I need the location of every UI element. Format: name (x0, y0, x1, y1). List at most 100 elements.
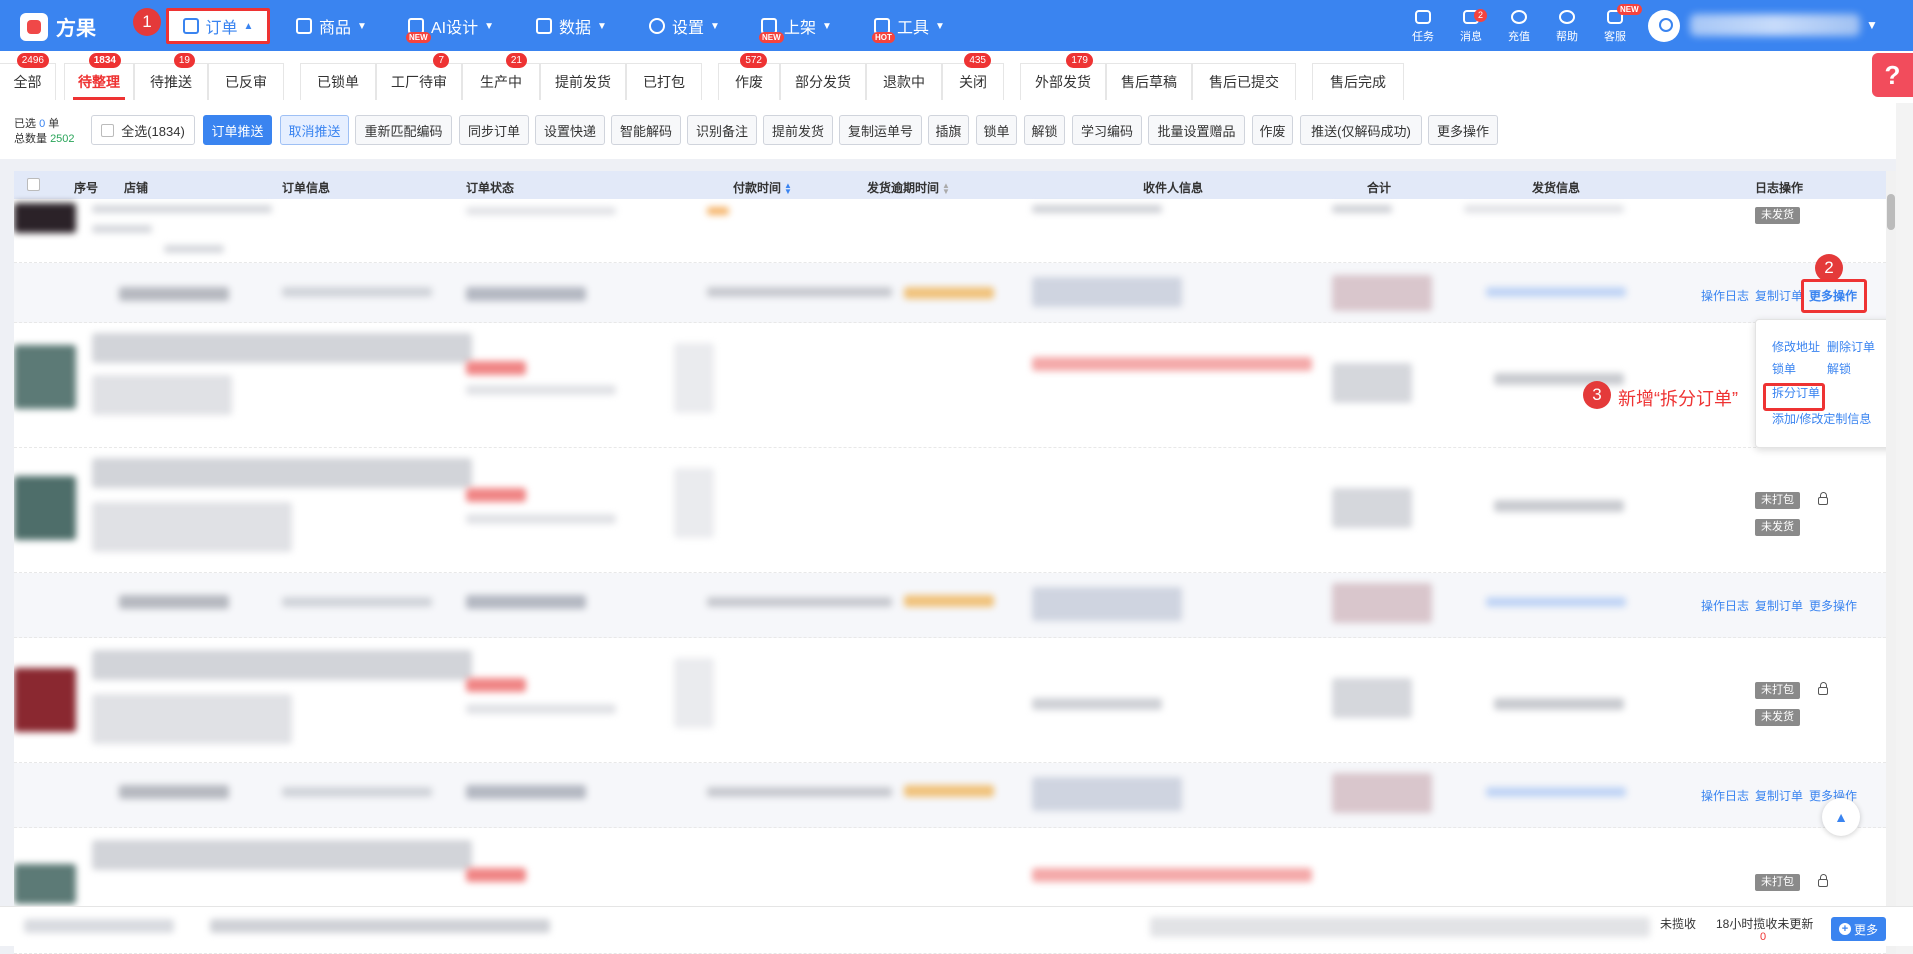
uncollected-label[interactable]: 未揽收 (1660, 915, 1696, 932)
blurred-text (92, 375, 232, 415)
menu-lock[interactable]: 锁单 (1772, 360, 1796, 377)
blurred-text (92, 694, 292, 744)
nav-data[interactable]: 数据 ▼ (536, 12, 607, 40)
tab-packed[interactable]: 已打包 (626, 63, 702, 100)
log-link[interactable]: 操作日志 (1701, 597, 1749, 614)
table-row[interactable]: 未打包 未发货 (14, 448, 1886, 573)
log-link[interactable]: 操作日志 (1701, 287, 1749, 304)
logo-icon (20, 12, 48, 41)
lock-order-button[interactable]: 锁单 (976, 115, 1017, 145)
product-thumbnail (14, 345, 76, 409)
caret-down-icon[interactable]: ▼ (1866, 18, 1878, 32)
tab-all[interactable]: 全部 2496 (0, 53, 56, 100)
right-gutter (1896, 103, 1913, 954)
smart-decode-button[interactable]: 智能解码 (611, 115, 681, 145)
toptool-service[interactable]: NEW 客服 (1595, 4, 1642, 44)
more-actions-link[interactable]: 更多操作 (1809, 597, 1857, 614)
learn-code-button[interactable]: 学习编码 (1072, 115, 1142, 145)
vertical-scrollbar[interactable] (1886, 171, 1896, 954)
sort-icon[interactable]: ▲ ▼ (784, 181, 792, 195)
order-page: 方果 1 订单 ▲ 商品 ▼ AI设计 ▼ NEW 数据 ▼ 设置 ▼ 上架 ▼… (0, 0, 1913, 954)
toptool-help[interactable]: 帮助 (1547, 8, 1587, 44)
rematch-code-button[interactable]: 重新匹配编码 (355, 115, 452, 145)
nav-ai-design[interactable]: AI设计 ▼ NEW (406, 12, 494, 43)
push-order-button[interactable]: 订单推送 (203, 115, 272, 145)
username-blurred[interactable] (1690, 14, 1860, 36)
flag-button[interactable]: 插旗 (928, 115, 969, 145)
blurred-text (92, 225, 152, 233)
tab-producing[interactable]: 生产中 21 (462, 53, 540, 100)
batch-gift-button[interactable]: 批量设置赠品 (1148, 115, 1245, 145)
bottom-more-button[interactable]: + 更多 (1831, 917, 1886, 941)
scrollbar-thumb[interactable] (1887, 194, 1895, 230)
selected-count: 0 (39, 118, 46, 130)
copy-order-link[interactable]: 复制订单 (1755, 287, 1803, 304)
caret-down-icon: ▼ (710, 20, 720, 32)
tab-partial-ship[interactable]: 部分发货 (780, 63, 866, 100)
th-pay-time[interactable]: 付款时间 ▲ ▼ (733, 179, 792, 196)
menu-custom-info[interactable]: 添加/修改定制信息 (1772, 410, 1871, 427)
table-row[interactable]: 操作日志 复制订单 更多操作 (14, 763, 1886, 828)
log-link[interactable]: 操作日志 (1701, 787, 1749, 804)
table-row[interactable]: 未打包 未发货 (14, 638, 1886, 763)
nav-order[interactable]: 订单 ▲ (166, 8, 270, 44)
unlock-button[interactable]: 解锁 (1024, 115, 1065, 145)
more-actions-highlight (1801, 279, 1867, 313)
copy-order-link[interactable]: 复制订单 (1755, 787, 1803, 804)
tab-aftersale-submitted[interactable]: 售后已提交 (1192, 63, 1296, 100)
tab-aftersale-draft[interactable]: 售后草稿 (1106, 63, 1192, 100)
tab-aftersale-done[interactable]: 售后完成 (1312, 63, 1404, 100)
toptool-recharge[interactable]: 充值 (1499, 8, 1539, 44)
table-row[interactable]: 未发货 (14, 199, 1886, 263)
blurred-text (1032, 357, 1312, 371)
set-express-button[interactable]: 设置快递 (535, 115, 605, 145)
help-side-button[interactable]: ? (1872, 53, 1913, 97)
caret-down-icon: ▼ (357, 20, 367, 32)
nav-listing[interactable]: 上架 ▼ NEW (759, 12, 832, 43)
toptool-message[interactable]: 2 消息 (1451, 8, 1491, 44)
select-all-checkbox[interactable]: 全选(1834) (91, 115, 195, 145)
menu-unlock[interactable]: 解锁 (1827, 360, 1851, 377)
blurred-text (1032, 868, 1312, 882)
sync-order-button[interactable]: 同步订单 (459, 115, 529, 145)
app-logo[interactable]: 方果 (20, 12, 96, 41)
blurred-text (119, 785, 229, 799)
tab-pending-sort[interactable]: 待整理 1834 (64, 53, 134, 100)
menu-delete-order[interactable]: 删除订单 (1827, 338, 1875, 355)
early-ship-button[interactable]: 提前发货 (763, 115, 833, 145)
tab-pending-push[interactable]: 待推送 19 (134, 53, 208, 100)
scroll-to-top-button[interactable]: ▲ (1822, 798, 1860, 836)
recognize-remark-button[interactable]: 识别备注 (687, 115, 757, 145)
nav-goods[interactable]: 商品 ▼ (296, 12, 367, 40)
header-checkbox[interactable] (27, 178, 40, 191)
push-decoded-button[interactable]: 推送(仅解码成功) (1300, 115, 1422, 145)
sort-icon[interactable]: ▲ ▼ (942, 181, 950, 195)
blurred-text (466, 385, 616, 395)
nav-tools[interactable]: 工具 ▼ HOT (872, 12, 945, 43)
tab-early-ship[interactable]: 提前发货 (540, 63, 626, 100)
void-button[interactable]: 作废 (1252, 115, 1293, 145)
menu-edit-address[interactable]: 修改地址 (1772, 338, 1820, 355)
blurred-text (1332, 773, 1432, 813)
nav-settings[interactable]: 设置 ▼ (649, 12, 720, 40)
table-row[interactable]: 操作日志 复制订单 更多操作 (14, 573, 1886, 638)
copy-order-link[interactable]: 复制订单 (1755, 597, 1803, 614)
tab-label: 关闭 (959, 74, 987, 90)
tab-external-ship[interactable]: 外部发货 179 (1020, 53, 1106, 100)
tab-factory-audit[interactable]: 工厂待审 7 (376, 53, 462, 100)
collect-not-updated-label[interactable]: 18小时揽收未更新 (1716, 915, 1813, 932)
tab-reverse-audit[interactable]: 已反审 (208, 63, 284, 100)
tab-closed[interactable]: 关闭 435 (942, 53, 1004, 100)
tab-refunding[interactable]: 退款中 (866, 63, 942, 100)
toptool-task[interactable]: 任务 (1403, 8, 1443, 44)
tab-locked[interactable]: 已锁单 (300, 63, 376, 100)
th-overdue-time[interactable]: 发货逾期时间 ▲ ▼ (867, 179, 950, 196)
table-row[interactable]: 操作日志 复制订单 更多操作 (14, 263, 1886, 323)
tab-count-badge: 179 (1066, 53, 1093, 68)
more-actions-button[interactable]: 更多操作 (1428, 115, 1498, 145)
tab-void[interactable]: 作废 572 (718, 53, 780, 100)
copy-waybill-button[interactable]: 复制运单号 (839, 115, 922, 145)
cancel-push-button[interactable]: 取消推送 (280, 115, 349, 145)
tab-label: 售后草稿 (1121, 74, 1177, 90)
avatar[interactable] (1648, 10, 1680, 42)
